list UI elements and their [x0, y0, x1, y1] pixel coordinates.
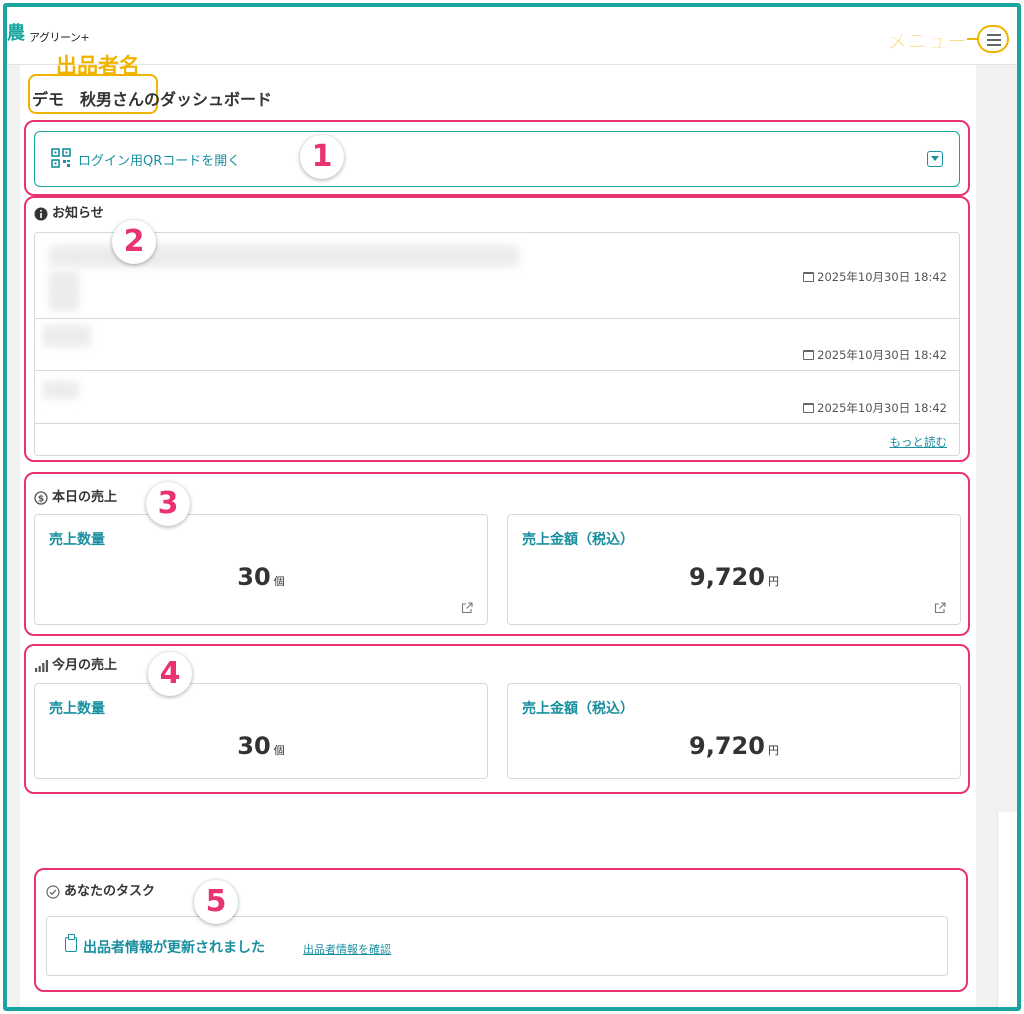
month-sales-title: 今月の売上: [34, 654, 117, 673]
notice-date: 2025年10月30日 18:42: [803, 269, 947, 285]
today-amount-card[interactable]: 売上金額（税込） 9,720 円: [507, 514, 961, 625]
notice-blurred-text: [43, 325, 91, 347]
tasks-title: あなたのタスク: [46, 880, 155, 899]
bar-chart-icon: [35, 659, 48, 672]
menu-annotation: メニュー: [887, 29, 968, 54]
marker-5: 5: [194, 880, 238, 924]
today-quantity-unit: 個: [273, 575, 285, 588]
task-item: 出品者情報が更新されました 出品者情報を確認: [46, 916, 948, 976]
hamburger-icon-line: [987, 44, 1001, 46]
external-link-icon[interactable]: [934, 602, 946, 614]
calendar-icon: [803, 272, 815, 282]
hamburger-icon: [987, 34, 1001, 36]
notice-date-text: 2025年10月30日 18:42: [817, 348, 947, 362]
clipboard-icon: [65, 934, 77, 952]
notice-item[interactable]: 2025年10月30日 18:42: [35, 233, 959, 319]
month-quantity-label: 売上数量: [49, 701, 105, 717]
check-circle-icon: [46, 884, 60, 899]
notice-blurred-text: [43, 381, 79, 399]
marker-1: 1: [300, 135, 344, 179]
today-amount-label: 売上金額（税込）: [522, 532, 634, 548]
read-more-link[interactable]: もっと読む: [890, 434, 948, 450]
notice-list: 2025年10月30日 18:42 2025年10月30日 18:42 2025…: [34, 232, 960, 456]
info-icon: [34, 207, 48, 220]
logo-text: アグリーン+: [29, 31, 90, 44]
notices-title-text: お知らせ: [52, 206, 104, 221]
notice-item[interactable]: 2025年10月30日 18:42: [35, 319, 959, 371]
month-quantity-unit: 個: [273, 744, 285, 757]
notice-date-text: 2025年10月30日 18:42: [817, 401, 947, 415]
today-amount-value: 9,720 円: [508, 563, 960, 591]
qr-code-label: ログイン用QRコードを開く: [78, 154, 241, 169]
scrollbar[interactable]: [997, 812, 1017, 1007]
view-seller-info-link[interactable]: 出品者情報を確認: [303, 941, 391, 957]
calendar-icon: [803, 350, 815, 360]
tasks-title-text: あなたのタスク: [64, 884, 156, 899]
notice-item[interactable]: 2025年10月30日 18:42: [35, 371, 959, 424]
qr-code-icon: [51, 148, 71, 168]
month-sales-title-text: 今月の売上: [52, 658, 118, 673]
today-quantity-label: 売上数量: [49, 532, 105, 548]
month-quantity-value: 30 個: [35, 732, 487, 760]
coin-icon: $: [34, 490, 48, 505]
svg-text:$: $: [38, 494, 44, 504]
month-amount-label: 売上金額（税込）: [522, 701, 634, 717]
today-quantity-number: 30: [237, 563, 271, 591]
page-title: デモ 秋男さんのダッシュボード: [32, 90, 273, 109]
notice-blurred-text: [49, 271, 79, 311]
month-amount-card[interactable]: 売上金額（税込） 9,720 円: [507, 683, 961, 779]
menu-button[interactable]: [977, 25, 1009, 53]
notice-date-text: 2025年10月30日 18:42: [817, 270, 947, 284]
notice-date: 2025年10月30日 18:42: [803, 347, 947, 363]
marker-2: 2: [112, 220, 156, 264]
month-amount-value: 9,720 円: [508, 732, 960, 760]
logo-icon: 農: [7, 23, 25, 44]
chevron-down-icon: [927, 151, 943, 167]
app-header: 農 アグリーン+ メニュー: [7, 7, 1017, 65]
today-amount-number: 9,720: [689, 563, 765, 591]
notices-title: お知らせ: [34, 202, 104, 221]
today-amount-unit: 円: [767, 575, 779, 588]
marker-3: 3: [146, 482, 190, 526]
marker-4: 4: [148, 652, 192, 696]
hamburger-icon-line: [987, 39, 1001, 41]
month-quantity-number: 30: [237, 732, 271, 760]
today-sales-title: $ 本日の売上: [34, 486, 117, 505]
calendar-icon: [803, 403, 815, 413]
task-text: 出品者情報が更新されました: [83, 940, 265, 956]
qr-code-toggle[interactable]: ログイン用QRコードを開く: [34, 131, 960, 187]
today-quantity-value: 30 個: [35, 563, 487, 591]
month-amount-number: 9,720: [689, 732, 765, 760]
notice-date: 2025年10月30日 18:42: [803, 400, 947, 416]
today-quantity-card[interactable]: 売上数量 30 個: [34, 514, 488, 625]
today-sales-title-text: 本日の売上: [52, 490, 118, 505]
external-link-icon[interactable]: [461, 602, 473, 614]
month-quantity-card[interactable]: 売上数量 30 個: [34, 683, 488, 779]
month-amount-unit: 円: [767, 744, 779, 757]
